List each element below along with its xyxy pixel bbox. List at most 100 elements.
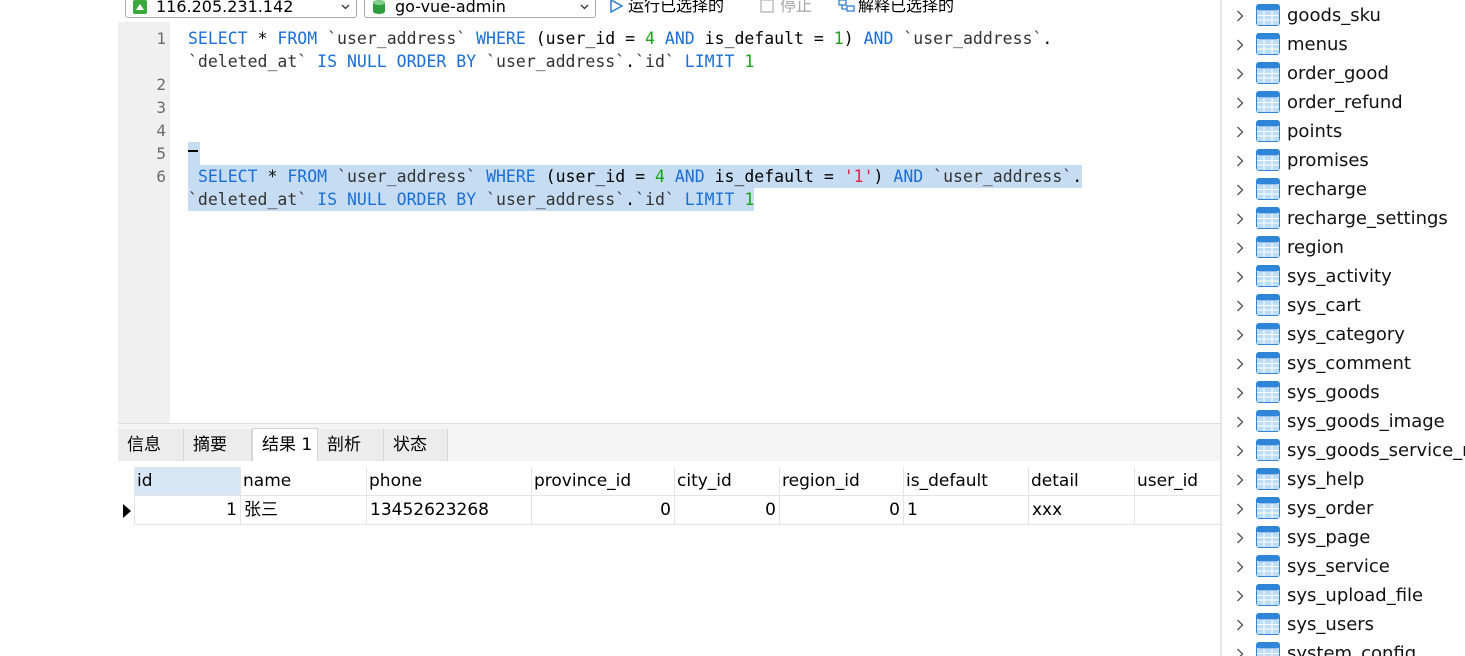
tree-item-label: goods_sku	[1287, 5, 1381, 26]
tree-item-table[interactable]: menus	[1222, 30, 1465, 59]
column-header-detail[interactable]: detail	[1029, 467, 1135, 496]
chevron-right-icon[interactable]	[1236, 242, 1244, 254]
table-icon	[1256, 207, 1280, 229]
chevron-right-icon[interactable]	[1236, 184, 1244, 196]
tree-item-label: sys_comment	[1287, 353, 1411, 374]
tree-item-table[interactable]: sys_service	[1222, 552, 1465, 581]
column-header-user-id[interactable]: user_id	[1135, 467, 1225, 496]
code-line-6b: `deleted_at` IS NULL ORDER BY `user_addr…	[188, 188, 755, 211]
grid-cell-detail[interactable]: xxx	[1029, 496, 1135, 525]
chevron-right-icon[interactable]	[1236, 68, 1244, 80]
tree-item-table[interactable]: recharge_settings	[1222, 204, 1465, 233]
connection-select[interactable]: 116.205.231.142	[125, 0, 357, 18]
chevron-right-icon[interactable]	[1236, 416, 1244, 428]
code-line-1b: `deleted_at` IS NULL ORDER BY `user_addr…	[188, 52, 755, 71]
tree-item-table[interactable]: order_refund	[1222, 88, 1465, 117]
tree-item-table[interactable]: sys_comment	[1222, 349, 1465, 378]
chevron-right-icon[interactable]	[1236, 97, 1244, 109]
tree-item-table[interactable]: sys_page	[1222, 523, 1465, 552]
grid-cell-is-default[interactable]: 1	[904, 496, 1029, 525]
column-header-region-id[interactable]: region_id	[780, 467, 904, 496]
tab-profile[interactable]: 剖析	[318, 429, 384, 462]
column-header-name[interactable]: name	[241, 467, 367, 496]
line-number: 4	[156, 121, 166, 140]
table-icon	[1256, 323, 1280, 345]
tab-result-1[interactable]: 结果 1	[252, 428, 318, 462]
line-number: 3	[156, 98, 166, 117]
explain-icon	[838, 0, 855, 12]
chevron-right-icon[interactable]	[1236, 329, 1244, 341]
chevron-right-icon[interactable]	[1236, 387, 1244, 399]
result-grid[interactable]: id name phone province_id city_id region_id is…	[118, 461, 1225, 656]
connection-icon	[133, 0, 147, 14]
tree-item-table[interactable]: sys_goods_service_re	[1222, 436, 1465, 465]
table-icon	[1256, 439, 1280, 461]
line-number: 5	[156, 144, 166, 163]
tree-item-table[interactable]: sys_activity	[1222, 262, 1465, 291]
table-icon	[1256, 236, 1280, 258]
tree-item-table[interactable]: sys_upload_file	[1222, 581, 1465, 610]
grid-cell-id[interactable]: 1	[135, 496, 241, 525]
line-number-gutter: 1 2 3 4 5 6	[118, 22, 170, 423]
column-header-is-default[interactable]: is_default	[904, 467, 1029, 496]
chevron-right-icon[interactable]	[1236, 39, 1244, 51]
tab-summary[interactable]: 摘要	[184, 429, 252, 462]
tree-item-table[interactable]: sys_users	[1222, 610, 1465, 639]
column-header-city-id[interactable]: city_id	[675, 467, 780, 496]
chevron-right-icon[interactable]	[1236, 590, 1244, 602]
chevron-right-icon[interactable]	[1236, 561, 1244, 573]
table-icon	[1256, 4, 1280, 26]
chevron-right-icon[interactable]	[1236, 648, 1244, 656]
tree-item-table[interactable]: recharge	[1222, 175, 1465, 204]
grid-cell-city-id[interactable]: 0	[675, 496, 780, 525]
code-area[interactable]: SELECT * FROM `user_address` WHERE (user…	[170, 22, 1220, 423]
database-value: go-vue-admin	[395, 0, 506, 16]
column-header-province-id[interactable]: province_id	[532, 467, 675, 496]
chevron-right-icon[interactable]	[1236, 445, 1244, 457]
chevron-down-icon	[341, 4, 350, 10]
tree-item-label: sys_order	[1287, 498, 1374, 519]
tree-item-label: sys_goods	[1287, 382, 1380, 403]
tab-info[interactable]: 信息	[118, 429, 184, 462]
tree-item-table[interactable]: system_config	[1222, 639, 1465, 656]
chevron-right-icon[interactable]	[1236, 271, 1244, 283]
tree-item-table[interactable]: sys_category	[1222, 320, 1465, 349]
tab-status[interactable]: 状态	[384, 429, 448, 462]
chevron-right-icon[interactable]	[1236, 532, 1244, 544]
tree-item-table[interactable]: goods_sku	[1222, 1, 1465, 30]
result-tab-bar: 信息 摘要 结果 1 剖析 状态	[118, 423, 1220, 462]
tree-item-table[interactable]: sys_order	[1222, 494, 1465, 523]
tree-item-table[interactable]: sys_goods	[1222, 378, 1465, 407]
tree-item-label: sys_category	[1287, 324, 1405, 345]
chevron-right-icon[interactable]	[1236, 300, 1244, 312]
column-header-phone[interactable]: phone	[367, 467, 532, 496]
chevron-right-icon[interactable]	[1236, 503, 1244, 515]
chevron-right-icon[interactable]	[1236, 10, 1244, 22]
table-icon	[1256, 381, 1280, 403]
tree-item-table[interactable]: sys_help	[1222, 465, 1465, 494]
tree-item-table[interactable]: region	[1222, 233, 1465, 262]
table-icon	[1256, 642, 1280, 656]
tree-item-table[interactable]: sys_cart	[1222, 291, 1465, 320]
chevron-right-icon[interactable]	[1236, 155, 1244, 167]
sql-editor[interactable]: 1 2 3 4 5 6 SELECT * FROM `user_address`…	[118, 22, 1220, 423]
grid-cell-name[interactable]: 张三	[241, 496, 367, 525]
grid-cell-phone[interactable]: 13452623268	[367, 496, 532, 525]
tree-item-table[interactable]: sys_goods_image	[1222, 407, 1465, 436]
tree-item-table[interactable]: points	[1222, 117, 1465, 146]
chevron-right-icon[interactable]	[1236, 474, 1244, 486]
tree-item-table[interactable]: promises	[1222, 146, 1465, 175]
grid-cell-user-id[interactable]	[1135, 496, 1225, 525]
tree-item-label: order_refund	[1287, 92, 1403, 113]
chevron-right-icon[interactable]	[1236, 358, 1244, 370]
chevron-right-icon[interactable]	[1236, 619, 1244, 631]
grid-cell-province-id[interactable]: 0	[532, 496, 675, 525]
chevron-right-icon[interactable]	[1236, 126, 1244, 138]
database-select[interactable]: go-vue-admin	[364, 0, 596, 18]
chevron-right-icon[interactable]	[1236, 213, 1244, 225]
tree-item-label: sys_goods_service_re	[1287, 440, 1465, 461]
column-header-id[interactable]: id	[135, 467, 241, 496]
grid-cell-region-id[interactable]: 0	[780, 496, 904, 525]
table-icon	[1256, 468, 1280, 490]
tree-item-table[interactable]: order_good	[1222, 59, 1465, 88]
